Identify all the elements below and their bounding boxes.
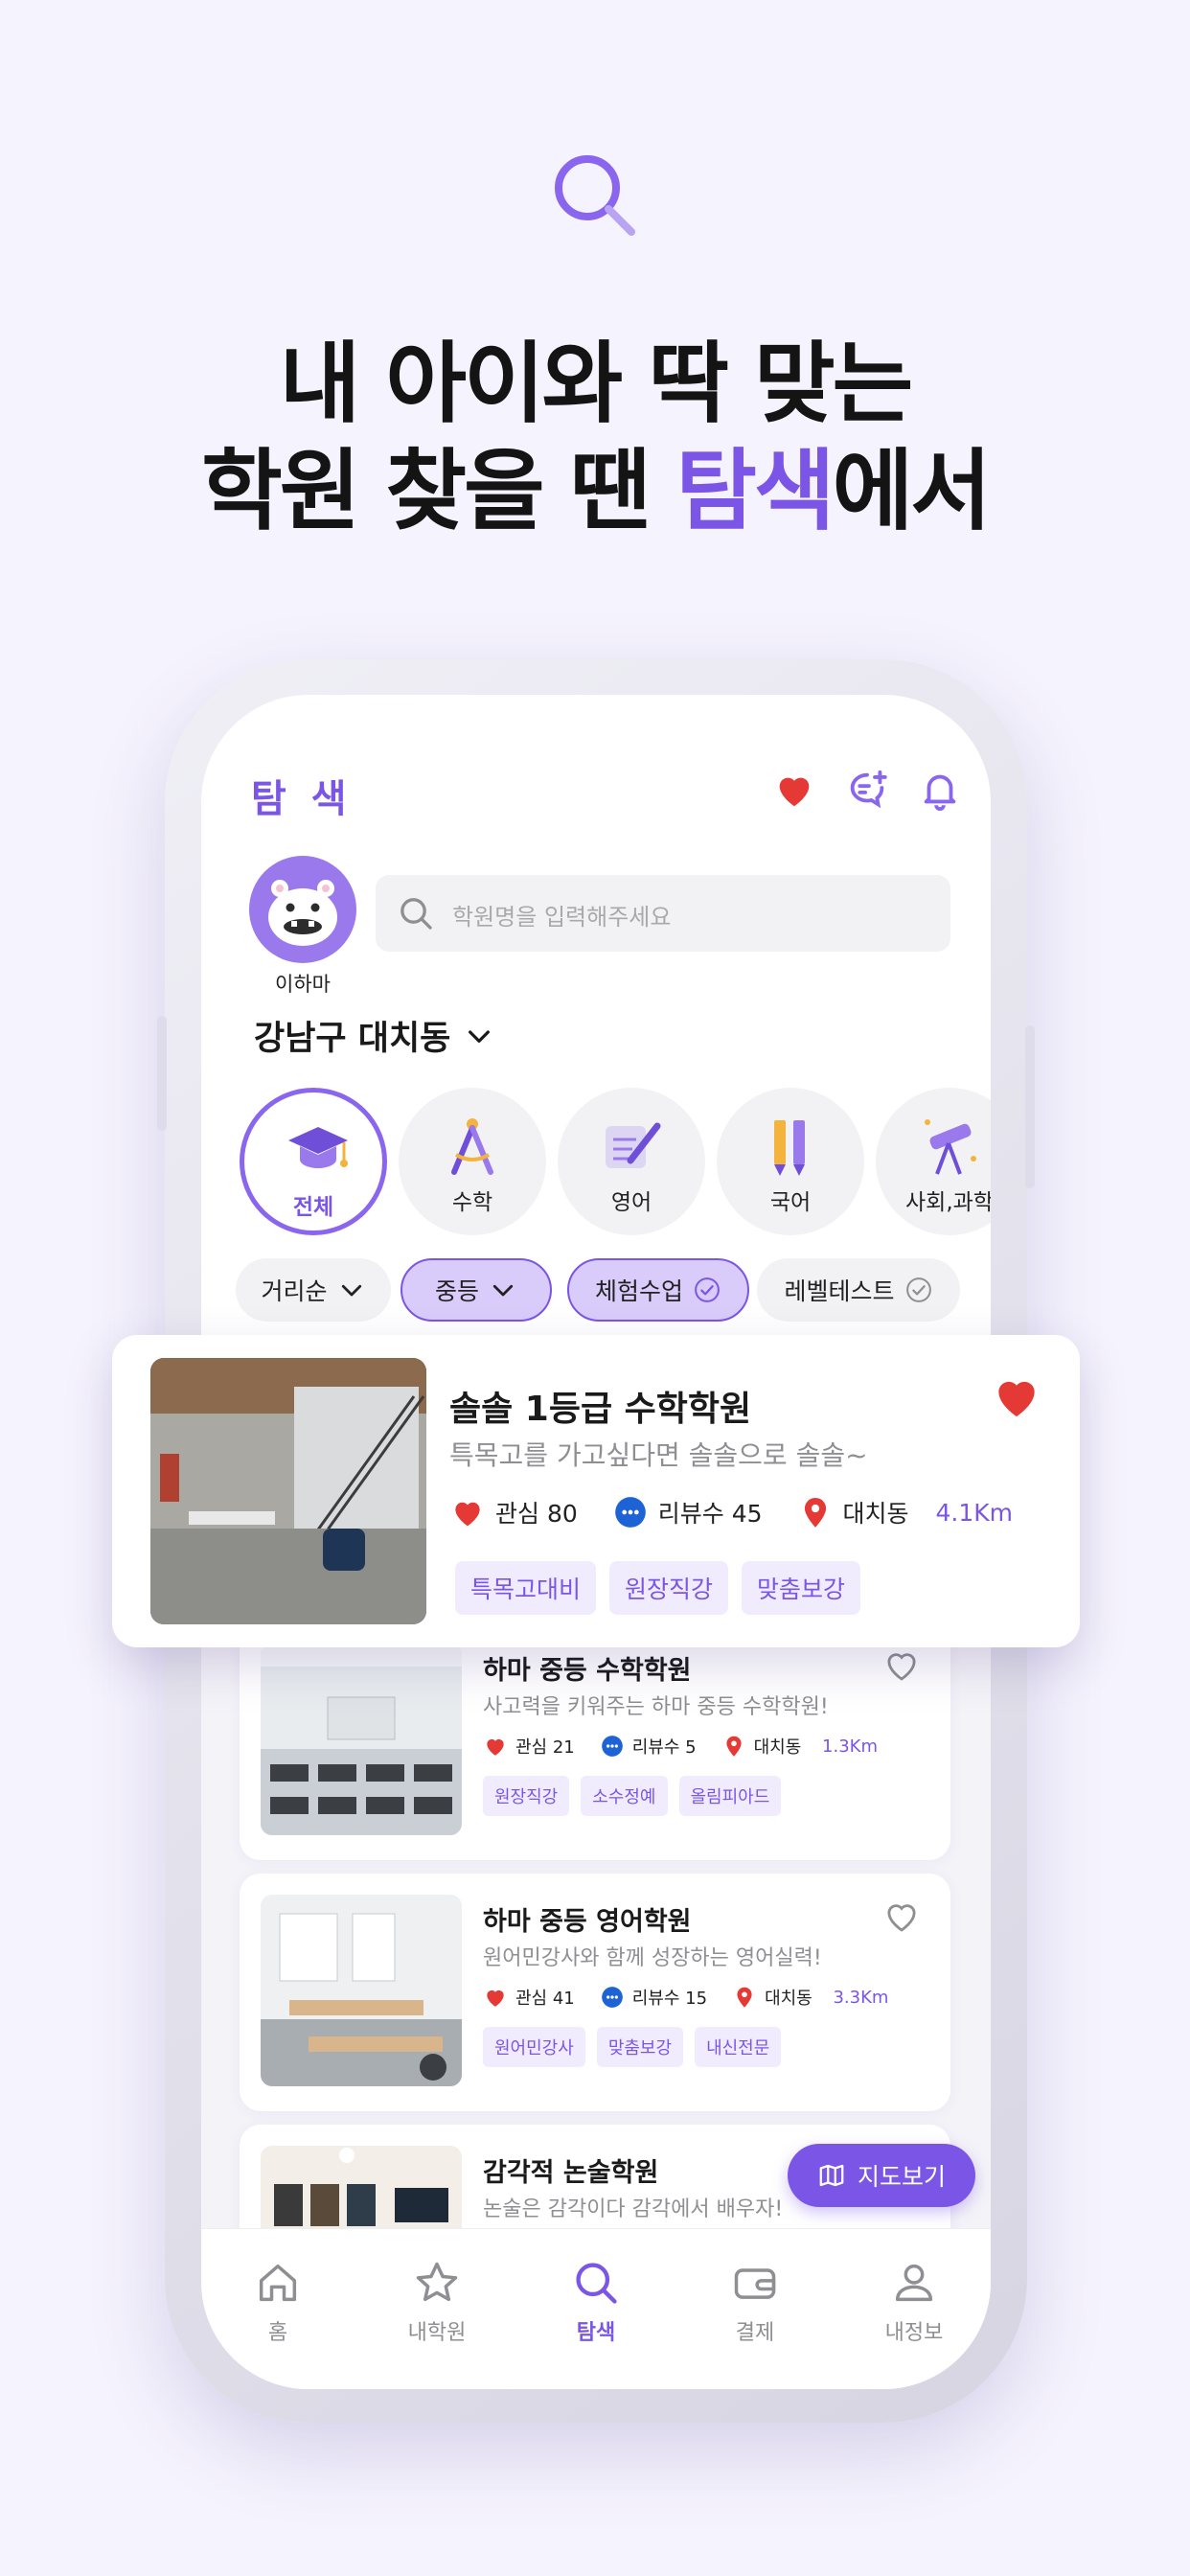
academy-stats: 관심 21 리뷰수 5 대치동 1.3Km	[483, 1734, 903, 1759]
filter-trial-class[interactable]: 체험수업	[567, 1258, 749, 1322]
list-item[interactable]: 하마 중등 수학학원 사고력을 키워주는 하마 중등 수학학원! 관심 21 리…	[240, 1622, 950, 1860]
search-icon	[555, 155, 635, 236]
academy-photo	[261, 1644, 462, 1835]
hero-line-1: 내 아이와 딱 맞는	[279, 333, 914, 435]
search-icon	[400, 898, 432, 930]
bell-icon[interactable]	[918, 768, 962, 812]
telescope-icon	[925, 1119, 976, 1175]
search-icon	[576, 2263, 617, 2304]
academy-tags: 원어민강사 맞춤보강 내신전문	[483, 2027, 782, 2067]
academy-name: 하마 중등 수학학원	[483, 1656, 692, 1686]
wallet-icon	[734, 2268, 776, 2299]
home-icon	[259, 2264, 297, 2302]
heart-icon	[487, 1738, 504, 1756]
review-icon	[601, 1736, 623, 1757]
academy-photo	[150, 1358, 426, 1624]
location-selector[interactable]: 강남구 대치동	[254, 1011, 494, 1060]
chevron-down-icon	[341, 1284, 361, 1297]
map-icon	[819, 2164, 844, 2187]
location-label: 강남구 대치동	[254, 1020, 451, 1058]
tag: 내신전문	[695, 2027, 782, 2067]
heart-icon	[455, 1502, 480, 1527]
academy-description: 원어민강사와 함께 성장하는 영어실력!	[483, 1946, 822, 1970]
location-pin-icon	[737, 1987, 752, 2008]
tag: 소수정예	[581, 1776, 668, 1816]
phone-side-button	[1025, 1025, 1035, 1188]
academy-name: 하마 중등 영어학원	[483, 1907, 692, 1937]
tag: 맞춤보강	[742, 1561, 861, 1615]
scroll-pen-icon	[606, 1122, 661, 1168]
featured-academy-card[interactable]: 솔솔 1등급 수학학원 특목고를 가고싶다면 솔솔으로 솔솔~ 관심 80 리뷰…	[112, 1335, 1080, 1647]
tag: 올림피아드	[678, 1776, 782, 1816]
person-icon	[895, 2264, 933, 2302]
header-actions	[772, 768, 962, 812]
category-label: 전체	[292, 1195, 334, 1220]
tab-search[interactable]: 탐색	[538, 2258, 653, 2346]
academy-name: 감각적 논술학원	[483, 2158, 659, 2188]
filter-level-test[interactable]: 레벨테스트	[757, 1258, 960, 1322]
hero-line-2: 학원 찾을 땐 탐색에서	[201, 440, 992, 543]
academy-stats: 관심 41 리뷰수 15 대치동 3.3Km	[483, 1985, 913, 2010]
compass-icon	[451, 1118, 493, 1175]
tab-my-academy[interactable]: 내학원	[379, 2258, 494, 2346]
academy-stats: 관심 80 리뷰수 45 대치동 4.1Km	[449, 1494, 1047, 1530]
category-label: 영어	[610, 1190, 652, 1215]
heart-icon[interactable]	[772, 768, 816, 812]
page-title: 탐 색	[251, 777, 353, 821]
avatar[interactable]	[249, 856, 356, 963]
chevron-down-icon	[492, 1284, 514, 1297]
heart-outline-icon[interactable]	[881, 1897, 922, 1937]
category-english[interactable]: 영어	[558, 1088, 705, 1235]
filter-sort-distance[interactable]: 거리순	[236, 1258, 391, 1322]
academy-description: 사고력을 키워주는 하마 중등 수학학원!	[483, 1695, 829, 1719]
tab-my-info[interactable]: 내정보	[857, 2258, 972, 2346]
chat-add-icon[interactable]	[845, 768, 889, 812]
tag: 원어민강사	[483, 2027, 585, 2067]
search-placeholder: 학원명을 입력해주세요	[452, 904, 672, 931]
category-korean[interactable]: 국어	[717, 1088, 864, 1235]
hero-highlight: 탐색	[675, 440, 835, 543]
map-view-button[interactable]: 지도보기	[788, 2144, 975, 2207]
heart-outline-icon[interactable]	[881, 1645, 922, 1686]
academy-tags: 특목고대비 원장직강 맞춤보강	[455, 1561, 861, 1615]
search-input[interactable]: 학원명을 입력해주세요	[376, 875, 950, 952]
hippo-mascot-icon	[268, 880, 337, 946]
tag: 특목고대비	[455, 1561, 597, 1615]
graduation-cap-icon	[288, 1127, 348, 1168]
star-icon	[416, 2262, 458, 2302]
location-pin-icon	[804, 1497, 826, 1528]
review-icon	[614, 1497, 646, 1528]
tag: 원장직강	[609, 1561, 729, 1615]
academy-description: 특목고를 가고싶다면 솔솔으로 솔솔~	[449, 1439, 868, 1471]
tab-home[interactable]: 홈	[220, 2258, 335, 2346]
tag: 맞춤보강	[596, 2027, 684, 2067]
heart-icon	[487, 1990, 504, 2007]
profile-name: 이하마	[275, 973, 331, 996]
category-all[interactable]: 전체	[240, 1088, 387, 1235]
bottom-tab-bar: 홈 내학원 탐색 결제 내정보	[201, 2228, 991, 2389]
academy-photo	[261, 1895, 462, 2086]
pencil-icon	[774, 1120, 805, 1176]
filter-middle-school[interactable]: 중등	[400, 1258, 552, 1322]
list-item[interactable]: 하마 중등 영어학원 원어민강사와 함께 성장하는 영어실력! 관심 41 리뷰…	[240, 1874, 950, 2111]
hero-headline: 내 아이와 딱 맞는 학원 찾을 땐 탐색에서	[0, 331, 1190, 545]
location-pin-icon	[726, 1736, 742, 1757]
chevron-down-icon	[469, 1029, 491, 1043]
academy-description: 논술은 감각이다 감각에서 배우자!	[483, 2197, 784, 2221]
category-label: 수학	[451, 1190, 493, 1215]
review-icon	[601, 1987, 623, 2008]
check-circle-icon	[695, 1277, 720, 1302]
academy-name: 솔솔 1등급 수학학원	[449, 1390, 752, 1429]
category-label: 국어	[769, 1190, 812, 1215]
tab-payment[interactable]: 결제	[698, 2258, 812, 2346]
academy-tags: 원장직강 소수정예 올림피아드	[483, 1776, 782, 1816]
category-social-science[interactable]: 사회,과학	[876, 1088, 991, 1235]
phone-side-button	[157, 1016, 167, 1131]
category-label: 사회,과학	[905, 1190, 991, 1215]
check-circle-icon	[905, 1277, 931, 1302]
heart-icon[interactable]	[990, 1369, 1043, 1423]
tag: 원장직강	[483, 1776, 570, 1816]
category-math[interactable]: 수학	[399, 1088, 546, 1235]
